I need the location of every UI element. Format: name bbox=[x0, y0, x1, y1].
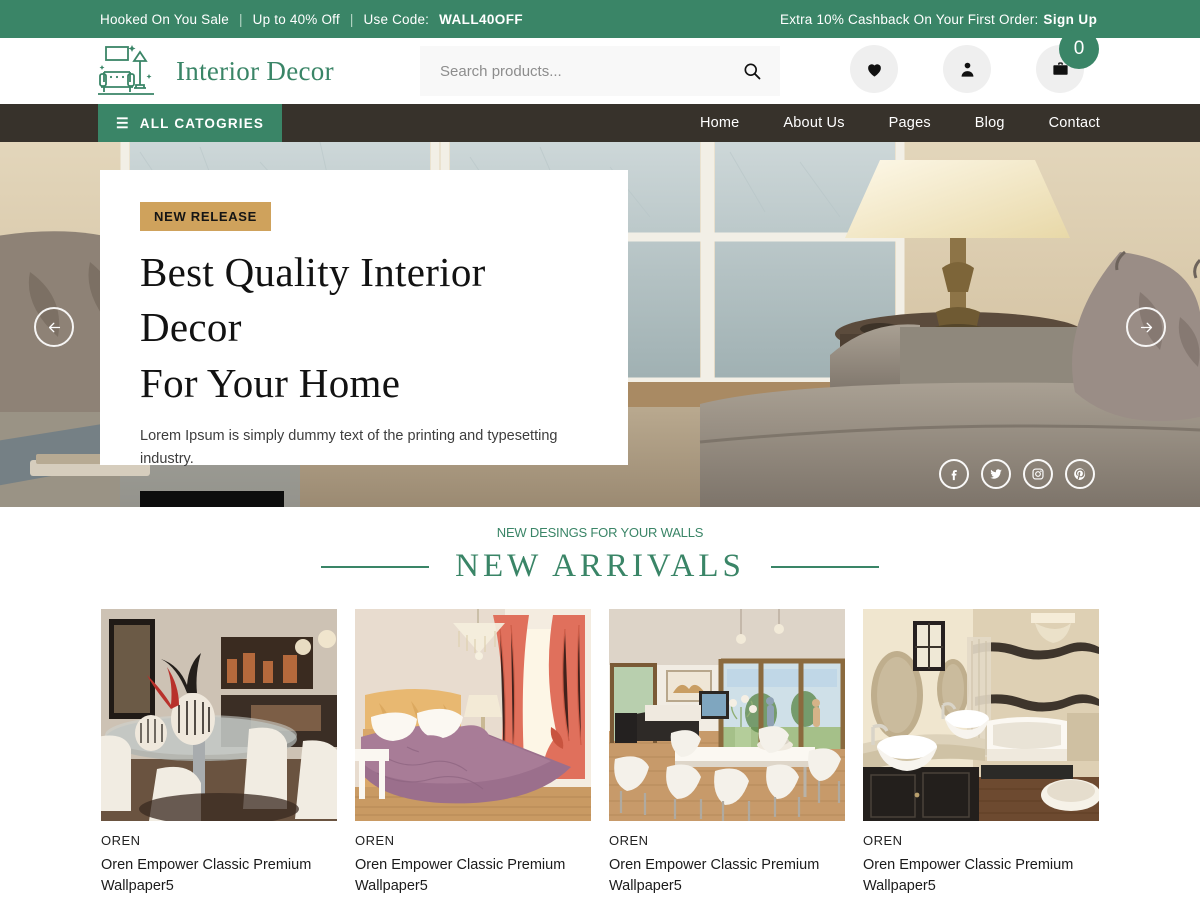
shop-now-button[interactable]: SHOP NOW bbox=[140, 491, 284, 507]
user-icon bbox=[961, 62, 973, 77]
product-name: Oren Empower Classic Premium Wallpaper5 bbox=[355, 857, 566, 895]
hero-next-button[interactable] bbox=[1126, 307, 1166, 347]
divider: | bbox=[349, 11, 354, 27]
product-name: Oren Empower Classic Premium Wallpaper5 bbox=[609, 857, 820, 895]
logo[interactable]: Interior Decor bbox=[98, 44, 334, 98]
title-rule-right bbox=[770, 565, 879, 568]
code-label: Use Code: bbox=[363, 11, 430, 27]
hero-title-line-2: For Your Home bbox=[140, 359, 401, 406]
hero-prev-button[interactable] bbox=[34, 307, 74, 347]
account-button[interactable] bbox=[943, 45, 991, 93]
nav-item-pages[interactable]: Pages bbox=[889, 115, 931, 131]
hero-social-links bbox=[939, 459, 1095, 489]
cart-button[interactable]: 0 bbox=[1036, 29, 1099, 93]
announcement-left-group: Hooked On You Sale | Up to 40% Off | Use… bbox=[100, 12, 523, 27]
nav-item-home[interactable]: Home bbox=[700, 115, 739, 131]
nav-links: Home About Us Pages Blog Contact bbox=[700, 115, 1100, 131]
instagram-link[interactable] bbox=[1023, 459, 1053, 489]
site-header: Interior Decor 0 bbox=[0, 29, 1200, 104]
bathroom-double-sink-illustration bbox=[863, 609, 1099, 821]
wishlist-button[interactable] bbox=[850, 45, 898, 93]
product-card[interactable]: OREN Oren Empower Classic Premium Wallpa… bbox=[101, 609, 337, 900]
signup-link[interactable]: Sign Up bbox=[1043, 12, 1097, 27]
twitter-icon bbox=[990, 469, 1002, 479]
promo-code: WALL40OFF bbox=[439, 11, 523, 27]
section-eyebrow: NEW DESINGS FOR YOUR WALLS bbox=[496, 525, 704, 540]
arrow-right-icon bbox=[1140, 322, 1152, 332]
hero-slider: NEW RELEASE Best Quality Interior Decor … bbox=[0, 142, 1200, 507]
cart-count-badge: 0 bbox=[1059, 29, 1099, 69]
heart-icon bbox=[867, 63, 881, 77]
hero-title-line-1: Best Quality Interior Decor bbox=[140, 249, 486, 351]
brand-name: Interior Decor bbox=[176, 55, 334, 86]
product-image-open-plan-dining-room[interactable] bbox=[609, 609, 845, 821]
product-brand: OREN bbox=[355, 833, 395, 848]
dining-room-glass-table-illustration bbox=[101, 609, 337, 821]
pinterest-link[interactable] bbox=[1065, 459, 1095, 489]
announcement-right-group: Extra 10% Cashback On Your First Order: … bbox=[780, 12, 1097, 27]
product-image-bathroom-double-sink[interactable] bbox=[863, 609, 1099, 821]
open-plan-dining-room-illustration bbox=[609, 609, 845, 821]
product-card[interactable]: OREN Oren Empower Classic Premium Wallpa… bbox=[863, 609, 1099, 900]
all-categories-label: ALL CATOGRIES bbox=[139, 115, 265, 131]
product-brand: OREN bbox=[101, 833, 141, 848]
product-card[interactable]: OREN Oren Empower Classic Premium Wallpa… bbox=[609, 609, 845, 900]
nav-item-contact[interactable]: Contact bbox=[1049, 115, 1100, 131]
title-rule-left bbox=[321, 565, 430, 568]
facebook-icon bbox=[951, 470, 957, 481]
hero-title: Best Quality Interior Decor For Your Hom… bbox=[140, 245, 588, 411]
nav-item-blog[interactable]: Blog bbox=[975, 115, 1005, 131]
hero-content-card: NEW RELEASE Best Quality Interior Decor … bbox=[100, 170, 628, 507]
main-nav: ☰ ALL CATOGRIES Home About Us Pages Blog… bbox=[0, 104, 1200, 142]
all-categories-button[interactable]: ☰ ALL CATOGRIES bbox=[98, 104, 283, 142]
twitter-link[interactable] bbox=[981, 459, 1011, 489]
product-name: Oren Empower Classic Premium Wallpaper5 bbox=[863, 857, 1074, 895]
instagram-icon bbox=[1032, 468, 1044, 480]
section-title: NEW ARRIVALS bbox=[455, 548, 745, 584]
new-arrivals-section: NEW DESINGS FOR YOUR WALLS NEW ARRIVALS bbox=[0, 507, 1200, 900]
hamburger-icon: ☰ bbox=[116, 115, 130, 131]
product-brand: OREN bbox=[863, 833, 903, 848]
bedroom-purple-bed-illustration bbox=[355, 609, 591, 821]
product-brand: OREN bbox=[609, 833, 649, 848]
product-name: Oren Empower Classic Premium Wallpaper5 bbox=[101, 857, 312, 895]
discount-text: Up to 40% Off bbox=[252, 11, 340, 27]
cashback-text: Extra 10% Cashback On Your First Order: bbox=[780, 11, 1039, 27]
search-icon[interactable] bbox=[742, 61, 762, 81]
search-bar[interactable] bbox=[420, 46, 780, 96]
section-title-row: NEW ARRIVALS bbox=[0, 548, 1200, 585]
pinterest-icon bbox=[1074, 468, 1086, 481]
divider: | bbox=[238, 11, 243, 27]
search-input[interactable] bbox=[440, 62, 742, 80]
facebook-link[interactable] bbox=[939, 459, 969, 489]
product-grid: OREN Oren Empower Classic Premium Wallpa… bbox=[0, 609, 1200, 900]
sofa-lamp-icon bbox=[98, 45, 154, 95]
product-image-bedroom-purple-bed[interactable] bbox=[355, 609, 591, 821]
arrow-left-icon bbox=[48, 322, 60, 332]
header-icon-group: 0 bbox=[850, 29, 1099, 93]
announcement-bar: Hooked On You Sale | Up to 40% Off | Use… bbox=[0, 0, 1200, 38]
sale-text: Hooked On You Sale bbox=[100, 11, 229, 27]
product-card[interactable]: OREN Oren Empower Classic Premium Wallpa… bbox=[355, 609, 591, 900]
hero-subtitle: Lorem Ipsum is simply dummy text of the … bbox=[140, 428, 558, 468]
product-image-dining-room-glass-table[interactable] bbox=[101, 609, 337, 821]
nav-item-about-us[interactable]: About Us bbox=[783, 115, 844, 131]
new-release-badge: NEW RELEASE bbox=[140, 202, 272, 231]
